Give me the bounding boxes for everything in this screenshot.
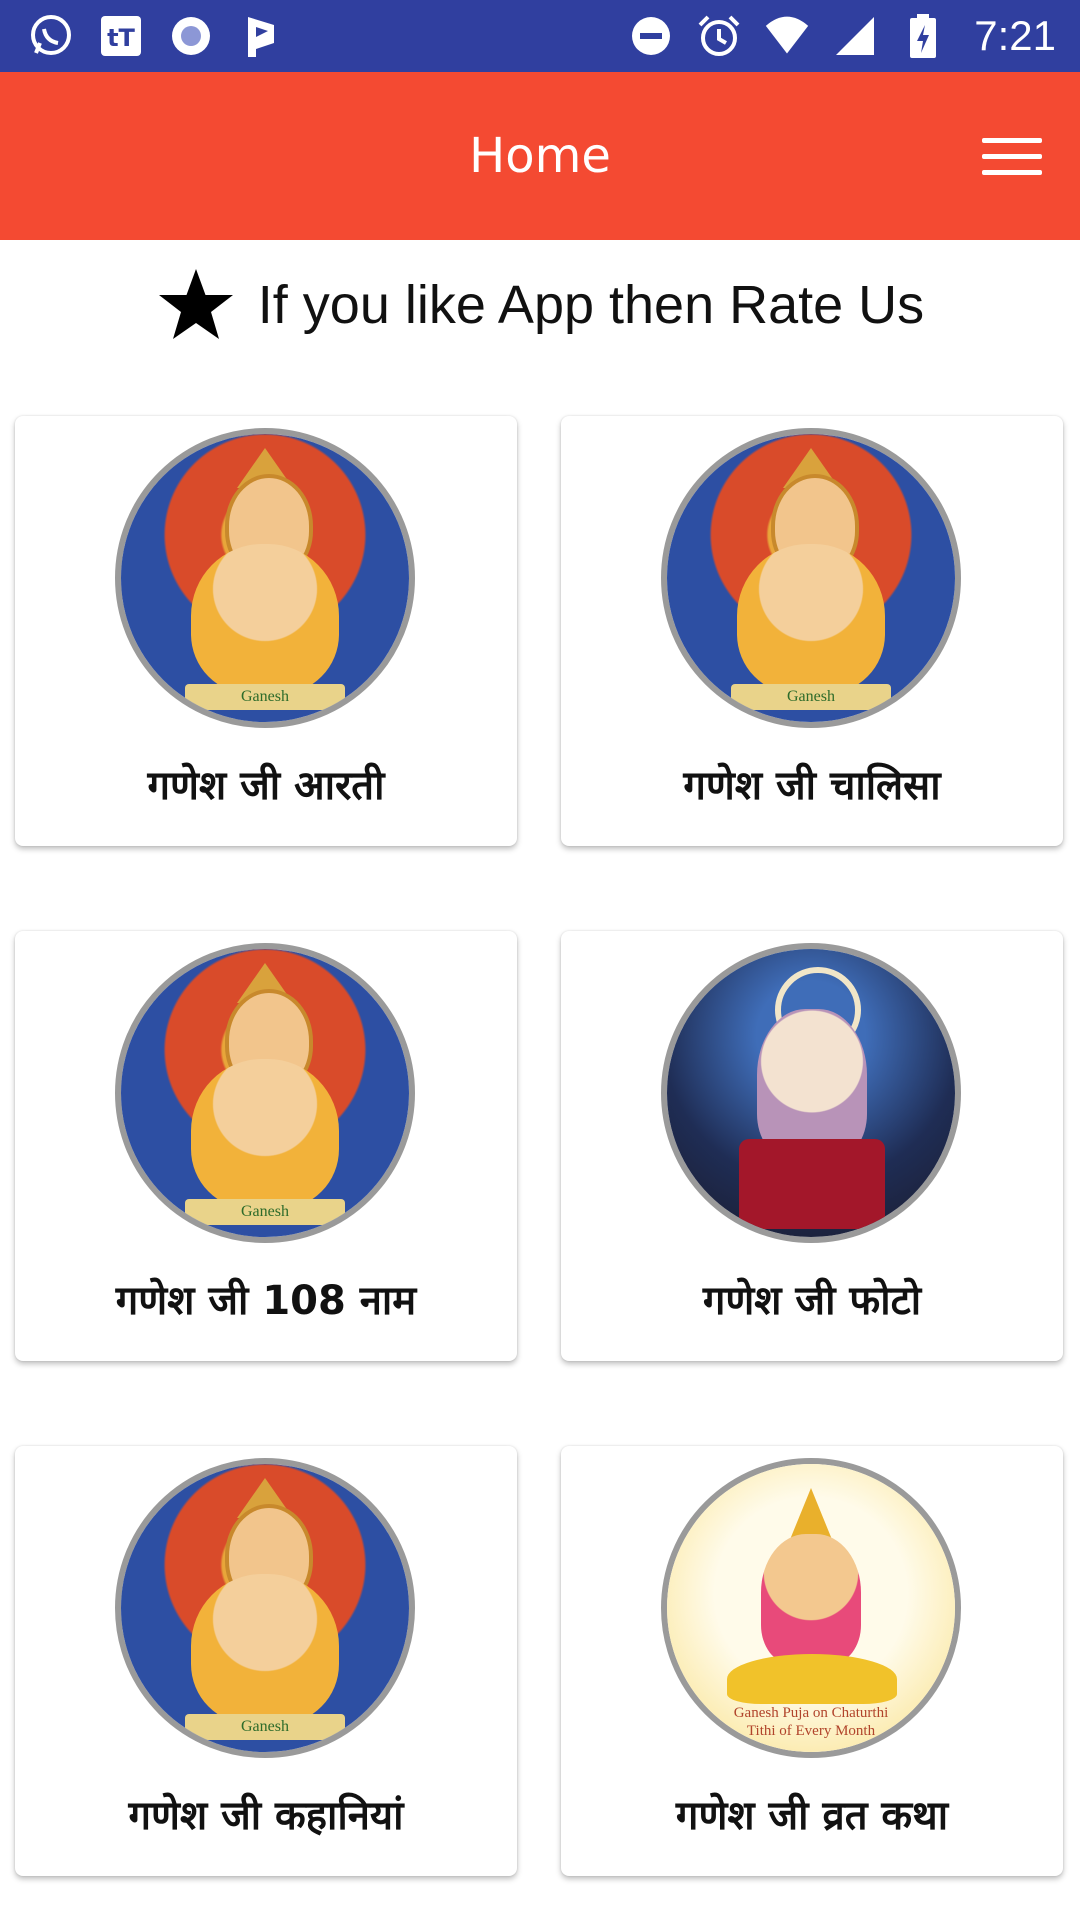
- image-banner-text: Ganesh: [185, 1714, 345, 1740]
- ganesha-painting-image: Ganesh: [115, 428, 415, 728]
- card-label: गणेश जी चालिसा: [683, 763, 941, 809]
- ganesha-lotus-illustration-image: Ganesh Puja on Chaturthi Tithi of Every …: [661, 1458, 961, 1758]
- rate-us-banner[interactable]: If you like App then Rate Us: [0, 240, 1080, 370]
- image-banner-text: Ganesh: [731, 684, 891, 710]
- tt-app-icon: tT: [98, 13, 144, 59]
- rate-us-text: If you like App then Rate Us: [257, 275, 925, 335]
- battery-charging-icon: [900, 13, 946, 59]
- menu-line: [982, 153, 1042, 159]
- image-banner-text: Ganesh: [185, 684, 345, 710]
- app-bar: Home: [0, 72, 1080, 240]
- menu-line: [982, 137, 1042, 143]
- card-label: गणेश जी कहानियां: [128, 1793, 404, 1839]
- card-label: गणेश जी फोटो: [702, 1278, 922, 1324]
- image-caption: Ganesh Puja on Chaturthi Tithi of Every …: [667, 1704, 955, 1740]
- ganesha-painting-image: Ganesh: [115, 1458, 415, 1758]
- menu-line: [982, 169, 1042, 175]
- card-ganesh-photo[interactable]: गणेश जी फोटो: [561, 931, 1063, 1361]
- ganesha-idol-photo-image: [661, 943, 961, 1243]
- do-not-disturb-icon: [628, 13, 674, 59]
- card-label: गणेश जी आरती: [147, 763, 385, 809]
- card-ganesh-108-naam[interactable]: Ganesh गणेश जी 108 नाम: [15, 931, 517, 1361]
- wifi-icon: [764, 13, 810, 59]
- notification-icons: tT: [28, 10, 284, 62]
- card-label: गणेश जी व्रत कथा: [675, 1793, 949, 1839]
- image-caption-line2: Tithi of Every Month: [746, 1723, 876, 1739]
- ganesha-painting-image: Ganesh: [115, 943, 415, 1243]
- flag-app-icon: [238, 13, 284, 59]
- page-title: Home: [469, 128, 611, 184]
- card-ganesh-aarti[interactable]: Ganesh गणेश जी आरती: [15, 416, 517, 846]
- signal-icon: [832, 13, 878, 59]
- card-ganesh-kahaniyan[interactable]: Ganesh गणेश जी कहानियां: [15, 1446, 517, 1876]
- alarm-icon: [696, 13, 742, 59]
- image-banner-text: Ganesh: [185, 1199, 345, 1225]
- star-icon: [158, 269, 233, 339]
- ganesha-painting-image: Ganesh: [661, 428, 961, 728]
- clock-time: 7:21: [974, 12, 1056, 59]
- card-ganesh-vrat-katha[interactable]: Ganesh Puja on Chaturthi Tithi of Every …: [561, 1446, 1063, 1876]
- whatsapp-icon: [28, 13, 74, 59]
- system-icons: 7:21: [628, 10, 1056, 62]
- card-label: गणेश जी 108 नाम: [115, 1278, 417, 1324]
- card-ganesh-chalisa[interactable]: Ganesh गणेश जी चालिसा: [561, 416, 1063, 846]
- status-bar: tT 7:21: [0, 0, 1080, 72]
- hamburger-menu-icon[interactable]: [982, 126, 1042, 186]
- circle-app-icon: [168, 13, 214, 59]
- svg-text:tT: tT: [107, 24, 135, 52]
- image-caption-line1: Ganesh Puja on Chaturthi: [733, 1705, 889, 1721]
